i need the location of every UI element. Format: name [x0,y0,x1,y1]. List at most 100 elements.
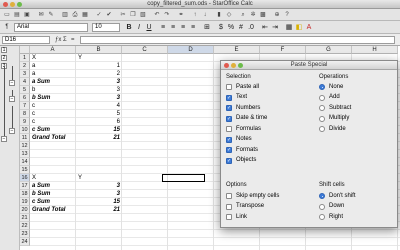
add-decimal-icon[interactable]: .0 [247,23,255,32]
email-icon[interactable]: ✉ [37,11,45,19]
collapse-group-icon[interactable]: − [9,128,15,134]
undo-icon[interactable]: ↶ [153,11,161,19]
unchecked-checkbox-icon[interactable] [226,193,232,199]
column-header-h[interactable]: H [352,46,398,54]
cell-b9[interactable]: 6 [78,118,120,126]
cell-a19[interactable]: c Sum [32,198,74,206]
name-box[interactable]: D16 [2,36,50,44]
radio-icon[interactable] [319,203,325,210]
checkbox-option[interactable]: Skip empty cells [226,192,279,200]
print-preview-icon[interactable]: ▦ [81,11,89,19]
cell-a5[interactable]: b [32,86,74,94]
align-center-icon[interactable]: ≡ [169,23,177,32]
navigator-icon[interactable]: ✲ [249,11,257,19]
background-color-icon[interactable]: ◧ [295,23,303,32]
bold-button[interactable]: B [125,23,133,32]
column-header-d[interactable]: D [168,46,214,54]
row-header-11[interactable]: 11 [20,134,30,142]
formula-input[interactable] [80,36,395,44]
sort-ascending-icon[interactable]: ↑ [191,11,199,19]
export-pdf-icon[interactable]: ▥ [61,11,69,19]
radio-option[interactable]: Add [319,94,340,102]
selected-radio-icon[interactable] [319,84,325,90]
unchecked-checkbox-icon[interactable] [226,84,232,90]
align-right-icon[interactable]: ≡ [179,23,187,32]
checkbox-option[interactable]: Transpose [226,203,264,211]
cell-b1[interactable]: Y [78,54,120,62]
radio-icon[interactable] [319,94,325,101]
checkbox-option[interactable]: ✓ Formats [226,146,258,154]
row-header-23[interactable]: 23 [20,230,30,238]
cell-a8[interactable]: c [32,110,74,118]
checkbox-option[interactable]: Formulas [226,125,261,133]
cell-b3[interactable]: 2 [78,70,120,78]
currency-format-icon[interactable]: $ [217,23,225,32]
unchecked-checkbox-icon[interactable] [226,126,232,132]
merge-cells-icon[interactable]: ⊞ [203,23,211,32]
radio-option[interactable]: Multiply [319,115,349,123]
collapse-group-icon[interactable]: − [9,80,15,86]
checked-checkbox-icon[interactable]: ✓ [226,94,232,101]
cell-b8[interactable]: 5 [78,110,120,118]
row-header-14[interactable]: 14 [20,158,30,166]
cell-b17[interactable]: 3 [78,182,120,190]
column-header-f[interactable]: F [260,46,306,54]
cell-a9[interactable]: c [32,118,74,126]
cell-b7[interactable]: 4 [78,102,120,110]
cell-b19[interactable]: 15 [78,198,120,206]
select-all-corner[interactable] [20,46,30,54]
row-header-13[interactable]: 13 [20,150,30,158]
checkbox-option[interactable]: ✓ Numbers [226,104,260,112]
unchecked-checkbox-icon[interactable] [226,214,232,220]
cell-b20[interactable]: 21 [78,206,120,214]
row-header-6[interactable]: 6 [20,94,30,102]
collapse-group-icon[interactable]: − [1,136,7,142]
justify-icon[interactable]: ≡ [189,23,197,32]
cell-a17[interactable]: a Sum [32,182,74,190]
unchecked-checkbox-icon[interactable] [226,203,232,210]
sort-descending-icon[interactable]: ↓ [201,11,209,19]
cell-b10[interactable]: 15 [78,126,120,134]
row-header-12[interactable]: 12 [20,142,30,150]
styles-icon[interactable]: ¶ [3,23,11,31]
function-wizard-icon[interactable]: ƒx [55,36,61,44]
row-header-8[interactable]: 8 [20,110,30,118]
decrease-indent-icon[interactable]: ⇤ [261,23,269,32]
cell-a6[interactable]: b Sum [32,94,74,102]
font-size-select[interactable]: 10 [92,23,120,32]
checkbox-option[interactable]: ✓ Notes [226,136,252,144]
help-icon[interactable]: ? [283,11,291,19]
gallery-icon[interactable]: ▩ [259,11,267,19]
checked-checkbox-icon[interactable]: ✓ [226,157,232,164]
checkbox-option[interactable]: Link [226,213,247,221]
outline-level-1[interactable]: 1 [1,47,7,53]
print-icon[interactable]: ⎙ [71,11,79,19]
chart-icon[interactable]: ▮ [215,11,223,19]
checkbox-option[interactable]: Paste all [226,83,259,91]
cell-a1[interactable]: X [32,54,74,62]
radio-option[interactable]: Subtract [319,104,351,112]
spellcheck-icon[interactable]: ✓ [95,11,103,19]
cell-a3[interactable]: a [32,70,74,78]
radio-icon[interactable] [319,126,325,132]
row-header-17[interactable]: 17 [20,182,30,190]
radio-icon[interactable] [319,105,325,111]
save-icon[interactable]: ▣ [23,11,31,19]
radio-option[interactable]: Right [319,213,343,221]
row-header-4[interactable]: 4 [20,78,30,86]
cut-icon[interactable]: ✂ [119,11,127,19]
row-header-20[interactable]: 20 [20,206,30,214]
checked-checkbox-icon[interactable]: ✓ [226,147,232,153]
cell-a16[interactable]: X [32,174,74,182]
cell-a2[interactable]: a [32,62,74,70]
cell-a10[interactable]: c Sum [32,126,74,134]
cell-b16[interactable]: Y [78,174,120,182]
row-header-15[interactable]: 15 [20,166,30,174]
collapse-group-icon[interactable]: − [9,96,15,102]
edit-file-icon[interactable]: ✎ [47,11,55,19]
font-name-select[interactable]: Arial [14,23,88,32]
standard-format-icon[interactable]: # [237,23,245,32]
column-header-g[interactable]: G [306,46,352,54]
row-header-2[interactable]: 2 [20,62,30,70]
checked-checkbox-icon[interactable]: ✓ [226,105,232,111]
